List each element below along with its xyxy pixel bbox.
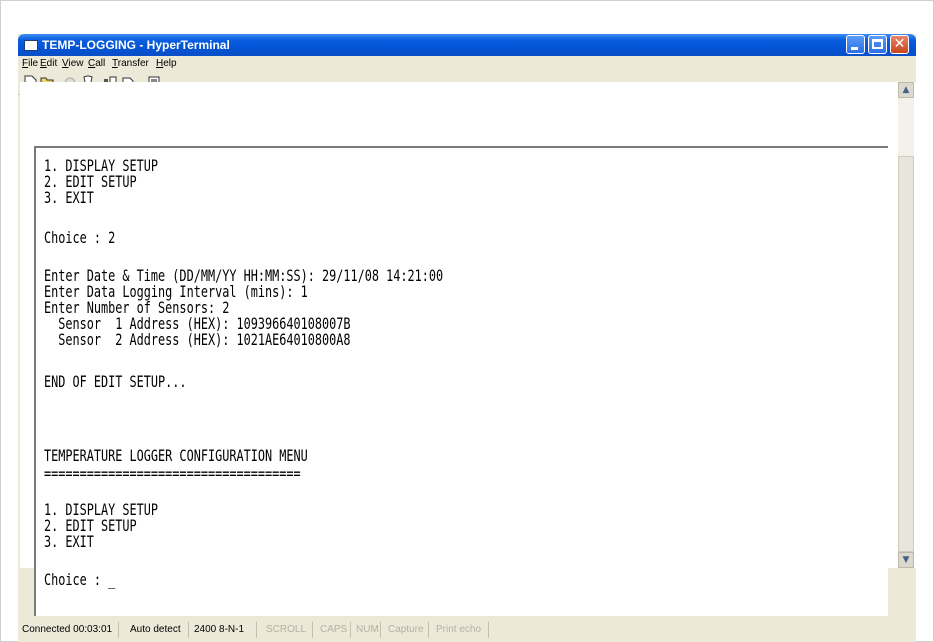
- status-print-echo: Print echo: [436, 624, 482, 635]
- scroll-down-icon[interactable]: ▼: [898, 552, 914, 568]
- status-separator: [488, 622, 489, 638]
- window-title: TEMP-LOGGING - HyperTerminal: [42, 38, 230, 52]
- scroll-thumb[interactable]: [898, 156, 914, 552]
- minimize-icon: [851, 47, 858, 50]
- close-button[interactable]: ✕: [890, 35, 909, 54]
- status-capture: Capture: [388, 624, 424, 635]
- status-separator: [118, 622, 119, 638]
- status-separator: [428, 622, 429, 638]
- app-icon: [24, 40, 38, 51]
- terminal-line: ====================================: [44, 464, 301, 483]
- terminal-line: 3. EXIT: [44, 188, 94, 207]
- vertical-scrollbar[interactable]: ▲ ▼: [898, 82, 914, 568]
- menu-file[interactable]: File: [22, 58, 38, 70]
- title-bar[interactable]: TEMP-LOGGING - HyperTerminal ✕: [18, 34, 916, 56]
- terminal-line: Choice : _: [44, 570, 116, 589]
- close-icon: ✕: [893, 36, 906, 52]
- terminal-line: Choice : 2: [44, 228, 116, 247]
- terminal-line: TEMPERATURE LOGGER CONFIGURATION MENU: [44, 446, 308, 465]
- status-separator: [380, 622, 381, 638]
- status-separator: [350, 622, 351, 638]
- status-settings: 2400 8-N-1: [194, 624, 245, 635]
- status-caps: CAPS: [320, 624, 348, 635]
- terminal-line: Sensor 2 Address (HEX): 1021AE64010800A8: [44, 330, 351, 349]
- menu-edit[interactable]: Edit: [40, 58, 57, 70]
- terminal-screen[interactable]: 1. DISPLAY SETUP 2. EDIT SETUP 3. EXIT C…: [34, 146, 888, 618]
- menu-view[interactable]: View: [62, 58, 84, 70]
- status-num: NUM: [356, 624, 379, 635]
- status-scroll: SCROLL: [266, 624, 307, 635]
- status-bar: Connected 00:03:01 Auto detect 2400 8-N-…: [18, 616, 916, 642]
- status-separator: [256, 622, 257, 638]
- minimize-button[interactable]: [846, 35, 865, 54]
- status-separator: [312, 622, 313, 638]
- menu-transfer[interactable]: Transfer: [112, 58, 149, 70]
- scroll-up-icon[interactable]: ▲: [898, 82, 914, 98]
- maximize-icon: [872, 39, 883, 49]
- status-separator: [188, 622, 189, 638]
- menu-call[interactable]: Call: [88, 58, 105, 70]
- menu-bar: File Edit View Call Transfer Help: [18, 56, 916, 72]
- status-detect: Auto detect: [130, 624, 181, 635]
- menu-help[interactable]: Help: [156, 58, 177, 70]
- terminal-line: END OF EDIT SETUP...: [44, 372, 187, 391]
- terminal-line: 3. EXIT: [44, 532, 94, 551]
- status-connected: Connected 00:03:01: [22, 624, 113, 635]
- maximize-button[interactable]: [868, 35, 887, 54]
